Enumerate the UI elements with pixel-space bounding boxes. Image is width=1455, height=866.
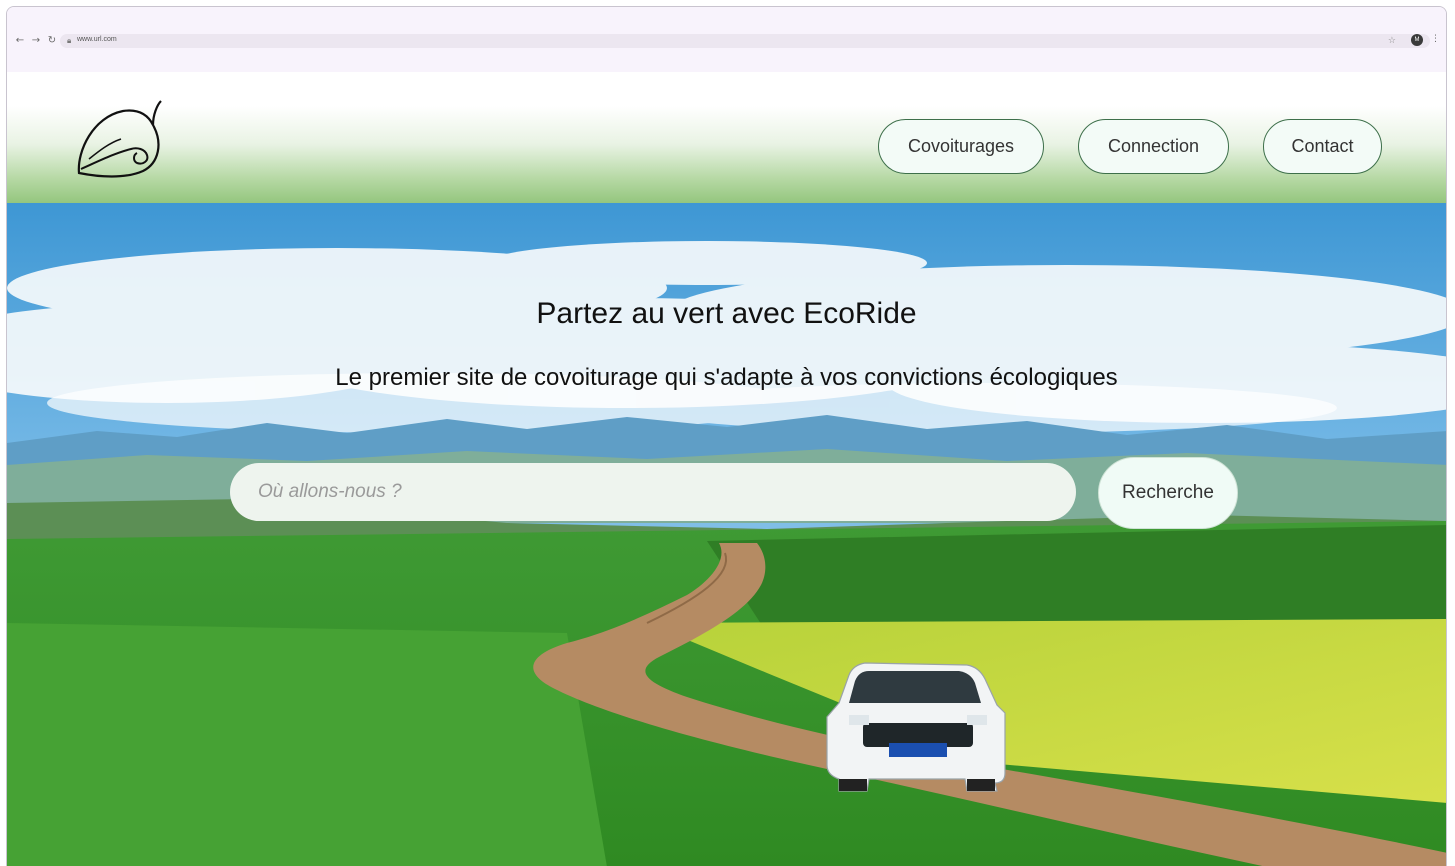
profile-avatar[interactable]: M xyxy=(1411,34,1423,46)
car-image xyxy=(826,662,1006,792)
browser-window: ← → ↻ 🔒︎ www.url.com ☆ M ⋮ Covoiturages … xyxy=(6,6,1447,866)
nav-connection-button[interactable]: Connection xyxy=(1078,119,1229,174)
reload-icon[interactable]: ↻ xyxy=(47,35,57,46)
destination-search-input[interactable] xyxy=(230,463,1076,521)
browser-nav-buttons: ← → ↻ xyxy=(15,35,57,46)
site-header: Covoiturages Connection Contact xyxy=(7,72,1446,203)
browser-menu-icon[interactable]: ⋮ xyxy=(1431,34,1440,44)
hero-subtitle: Le premier site de covoiturage qui s'ada… xyxy=(335,364,1118,391)
nav-contact-button[interactable]: Contact xyxy=(1263,119,1382,174)
leaf-logo-icon[interactable] xyxy=(75,99,165,179)
bookmark-star-icon[interactable]: ☆ xyxy=(1388,36,1396,46)
search-button[interactable]: Recherche xyxy=(1098,457,1238,529)
address-bar[interactable]: 🔒︎ www.url.com xyxy=(60,34,1430,48)
back-arrow-icon[interactable]: ← xyxy=(15,35,25,46)
hero-title: Partez au vert avec EcoRide xyxy=(536,297,917,330)
url-text[interactable]: www.url.com xyxy=(77,36,117,43)
hero-section: Partez au vert avec EcoRide Le premier s… xyxy=(7,203,1446,866)
browser-toolbar: ← → ↻ 🔒︎ www.url.com ☆ M ⋮ xyxy=(7,7,1446,72)
main-nav: Covoiturages Connection Contact xyxy=(878,119,1382,174)
lock-icon: 🔒︎ xyxy=(67,36,72,45)
nav-covoiturages-button[interactable]: Covoiturages xyxy=(878,119,1044,174)
forward-arrow-icon[interactable]: → xyxy=(31,35,41,46)
